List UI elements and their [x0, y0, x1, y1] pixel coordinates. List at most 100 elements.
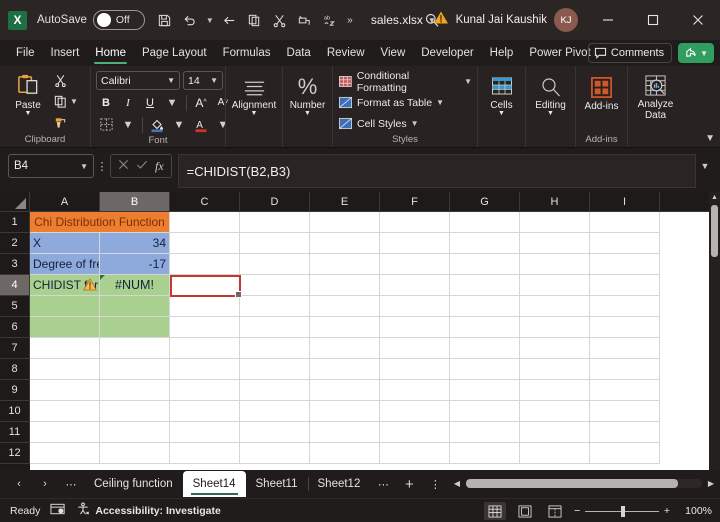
- cell-f10[interactable]: [380, 401, 450, 422]
- column-header-d[interactable]: D: [240, 192, 310, 212]
- underline-button[interactable]: U: [140, 93, 160, 112]
- cell-g12[interactable]: [450, 443, 520, 464]
- bold-button[interactable]: B: [96, 93, 116, 112]
- font-name-chevron-down-icon[interactable]: ▼: [167, 76, 175, 85]
- ribbon-tab-insert[interactable]: Insert: [43, 40, 88, 66]
- accessibility-status[interactable]: Accessibility: Investigate: [76, 502, 221, 519]
- cell-g11[interactable]: [450, 422, 520, 443]
- cell-h11[interactable]: [520, 422, 590, 443]
- copy-icon[interactable]: [243, 8, 267, 32]
- cell-f7[interactable]: [380, 338, 450, 359]
- cell-e6[interactable]: [310, 317, 380, 338]
- cell-i9[interactable]: [590, 380, 660, 401]
- cell-h7[interactable]: [520, 338, 590, 359]
- format-as-table-chevron-down-icon[interactable]: ▼: [436, 98, 444, 107]
- cell-a5[interactable]: [30, 296, 100, 317]
- ribbon-collapse-chevron-icon[interactable]: ▼: [705, 133, 715, 144]
- vertical-scrollbar[interactable]: ▲: [709, 192, 720, 470]
- ribbon-tab-data[interactable]: Data: [279, 40, 319, 66]
- ribbon-tab-formulas[interactable]: Formulas: [215, 40, 279, 66]
- row-header-7[interactable]: 7: [0, 338, 30, 359]
- cell-e5[interactable]: [310, 296, 380, 317]
- cell-d7[interactable]: [240, 338, 310, 359]
- cell-h2[interactable]: [520, 233, 590, 254]
- spelling-icon[interactable]: ab: [318, 8, 342, 32]
- zoom-in-button[interactable]: +: [664, 505, 670, 517]
- cell-c7[interactable]: [170, 338, 240, 359]
- ribbon-tab-developer[interactable]: Developer: [413, 40, 481, 66]
- scroll-up-icon[interactable]: ▲: [709, 192, 720, 203]
- zoom-slider[interactable]: − +: [574, 505, 670, 517]
- cell-c4[interactable]: [170, 275, 240, 296]
- cell-i11[interactable]: [590, 422, 660, 443]
- name-box[interactable]: B4 ▼: [8, 154, 94, 178]
- hscroll-left-icon[interactable]: ◀: [452, 479, 462, 488]
- cell-b7[interactable]: [100, 338, 170, 359]
- warning-triangle-icon[interactable]: [82, 277, 98, 294]
- page-break-view-icon[interactable]: [544, 502, 566, 520]
- editing-chevron-down-icon[interactable]: ▼: [547, 110, 554, 118]
- column-header-h[interactable]: H: [520, 192, 590, 212]
- row-header-6[interactable]: 6: [0, 317, 30, 338]
- ribbon-tab-view[interactable]: View: [373, 40, 414, 66]
- cell-b12[interactable]: [100, 443, 170, 464]
- ribbon-tab-home[interactable]: Home: [87, 40, 134, 66]
- underline-chevron-down-icon[interactable]: ▼: [162, 93, 182, 112]
- cell-i1[interactable]: [590, 212, 660, 233]
- cell-h3[interactable]: [520, 254, 590, 275]
- sheet-tab-sheet12[interactable]: Sheet12: [307, 471, 371, 497]
- share-button[interactable]: ▼: [678, 43, 714, 63]
- cut-button[interactable]: [53, 71, 78, 90]
- cell-g1[interactable]: [450, 212, 520, 233]
- cell-b4[interactable]: #NUM!: [100, 275, 170, 296]
- cell-d5[interactable]: [240, 296, 310, 317]
- row-header-12[interactable]: 12: [0, 443, 30, 464]
- page-layout-view-icon[interactable]: [514, 502, 536, 520]
- sheet-tab-sheet14[interactable]: Sheet14: [182, 471, 246, 497]
- cell-e12[interactable]: [310, 443, 380, 464]
- fill-color-button[interactable]: [147, 115, 167, 134]
- cell-b2[interactable]: 34: [100, 233, 170, 254]
- cell-h6[interactable]: [520, 317, 590, 338]
- column-header-i[interactable]: I: [590, 192, 660, 212]
- cell-i10[interactable]: [590, 401, 660, 422]
- sheet-overflow-right-icon[interactable]: ⋯: [370, 471, 396, 497]
- conditional-formatting-button[interactable]: Conditional Formatting ▼: [338, 70, 472, 94]
- number-format-button[interactable]: % Number ▼: [288, 74, 327, 118]
- column-header-a[interactable]: A: [30, 192, 100, 212]
- cell-styles-button[interactable]: Cell Styles ▼: [338, 114, 419, 133]
- column-header-b[interactable]: B: [100, 192, 170, 212]
- cell-a3[interactable]: Degree of freedom: [30, 254, 100, 275]
- cell-styles-chevron-down-icon[interactable]: ▼: [411, 119, 419, 128]
- cell-g4[interactable]: [450, 275, 520, 296]
- cell-d8[interactable]: [240, 359, 310, 380]
- cell-e7[interactable]: [310, 338, 380, 359]
- cell-b11[interactable]: [100, 422, 170, 443]
- row-header-11[interactable]: 11: [0, 422, 30, 443]
- cell-g8[interactable]: [450, 359, 520, 380]
- zoom-slider-track[interactable]: [585, 505, 659, 517]
- font-size-chevron-down-icon[interactable]: ▼: [210, 76, 218, 85]
- cell-d6[interactable]: [240, 317, 310, 338]
- cell-a2[interactable]: X: [30, 233, 100, 254]
- cell-a9[interactable]: [30, 380, 100, 401]
- sheet-tab-ceiling-function[interactable]: Ceiling function: [84, 471, 183, 497]
- formula-input[interactable]: =CHIDIST(B2,B3): [177, 154, 696, 188]
- cell-b10[interactable]: [100, 401, 170, 422]
- cut-icon[interactable]: [268, 8, 292, 32]
- cell-b8[interactable]: [100, 359, 170, 380]
- maximize-icon[interactable]: [630, 0, 675, 40]
- copy-chevron-down-icon[interactable]: ▼: [70, 97, 78, 106]
- cell-f2[interactable]: [380, 233, 450, 254]
- analyze-data-button[interactable]: Analyze Data: [633, 72, 678, 121]
- format-painter-button[interactable]: [53, 113, 78, 132]
- cell-h5[interactable]: [520, 296, 590, 317]
- cell-e9[interactable]: [310, 380, 380, 401]
- zoom-out-button[interactable]: −: [574, 505, 580, 517]
- chevron-left-icon[interactable]: ‹: [6, 471, 32, 497]
- ribbon-tab-review[interactable]: Review: [319, 40, 373, 66]
- cell-i3[interactable]: [590, 254, 660, 275]
- undo-icon[interactable]: [178, 8, 202, 32]
- cell-b5[interactable]: [100, 296, 170, 317]
- cell-g6[interactable]: [450, 317, 520, 338]
